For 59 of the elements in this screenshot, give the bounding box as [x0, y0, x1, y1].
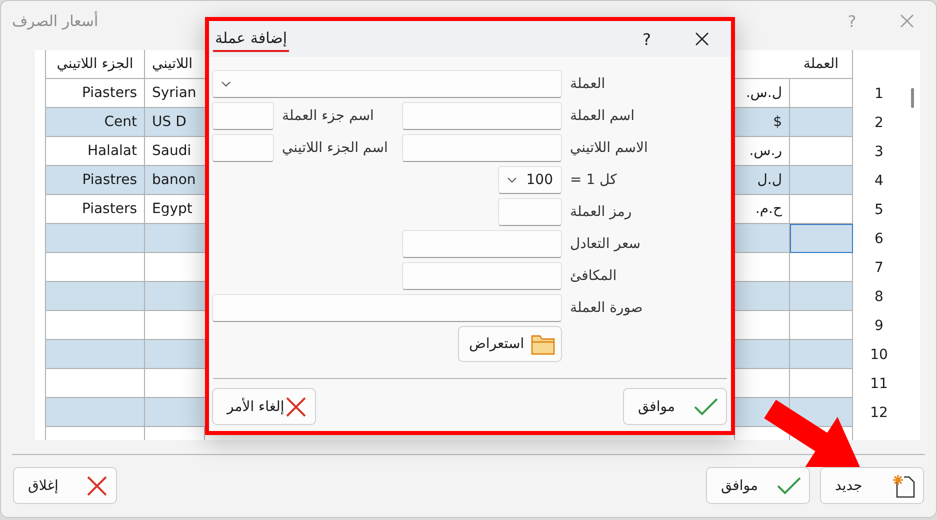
column-header: العملة: [790, 50, 853, 79]
field-label: العملة: [570, 76, 606, 92]
table-cell: [145, 282, 205, 311]
table-cell: [145, 340, 205, 369]
table-cell: ل.ل: [735, 166, 790, 195]
table-cell: US D: [145, 108, 205, 137]
input-field[interactable]: [402, 102, 562, 130]
table-cell[interactable]: [790, 340, 853, 369]
input-field[interactable]: [402, 134, 562, 162]
table-cell[interactable]: [790, 282, 853, 311]
folder-icon: [531, 333, 555, 355]
number-dropdown[interactable]: 100: [498, 166, 562, 194]
dialog-title: إضافة عملة: [213, 26, 290, 52]
table-cell: Cent: [45, 108, 145, 137]
cross-icon: [86, 474, 108, 496]
ok-button[interactable]: موافق: [706, 467, 810, 504]
caret-icon: [221, 81, 231, 87]
field-label: اسم الجزء اللاتيني: [282, 140, 388, 156]
caret-icon: [507, 177, 517, 183]
input-field[interactable]: [402, 230, 562, 258]
table-cell: [735, 340, 790, 369]
currency-dropdown[interactable]: [212, 70, 562, 98]
field-label: كل 1 =: [570, 172, 617, 188]
help-button[interactable]: ?: [642, 30, 651, 48]
check-icon: [777, 476, 801, 494]
input-field[interactable]: [402, 262, 562, 290]
window-title: أسعار الصرف: [12, 12, 98, 30]
field-label: سعر التعادل: [570, 236, 640, 252]
scrollbar-thumb[interactable]: [911, 88, 914, 108]
table-cell: [735, 224, 790, 253]
table-cell: [145, 398, 205, 427]
selected-cell[interactable]: [790, 224, 853, 253]
input-field[interactable]: [212, 134, 274, 162]
table-cell: [735, 282, 790, 311]
field-label: اسم جزء العملة: [282, 108, 374, 124]
cross-icon: [285, 396, 307, 418]
ok-button[interactable]: موافق: [623, 388, 727, 425]
input-field[interactable]: [212, 294, 562, 322]
new-button[interactable]: جديد: [820, 467, 924, 504]
close-icon[interactable]: [695, 32, 709, 46]
field-label: الاسم اللاتيني: [570, 140, 648, 156]
input-field[interactable]: [212, 102, 274, 130]
table-cell[interactable]: [790, 108, 853, 137]
table-cell: Piastres: [45, 166, 145, 195]
field-label: اسم العملة: [570, 108, 635, 124]
field-label: صورة العملة: [570, 300, 643, 316]
new-document-icon: [893, 474, 915, 498]
browse-button[interactable]: استعراض: [458, 326, 562, 362]
table-cell: [145, 224, 205, 253]
column-header: الجزء اللاتيني: [45, 50, 145, 79]
field-label: المكافئ: [570, 268, 617, 284]
field-label: رمز العملة: [570, 204, 632, 220]
table-cell: banon: [145, 166, 205, 195]
close-button[interactable]: إغلاق: [13, 467, 117, 504]
table-cell[interactable]: [790, 166, 853, 195]
input-field[interactable]: [498, 198, 562, 226]
cancel-button[interactable]: إلغاء الأمر: [212, 388, 316, 425]
check-icon: [694, 398, 718, 416]
table-cell: $: [735, 108, 790, 137]
